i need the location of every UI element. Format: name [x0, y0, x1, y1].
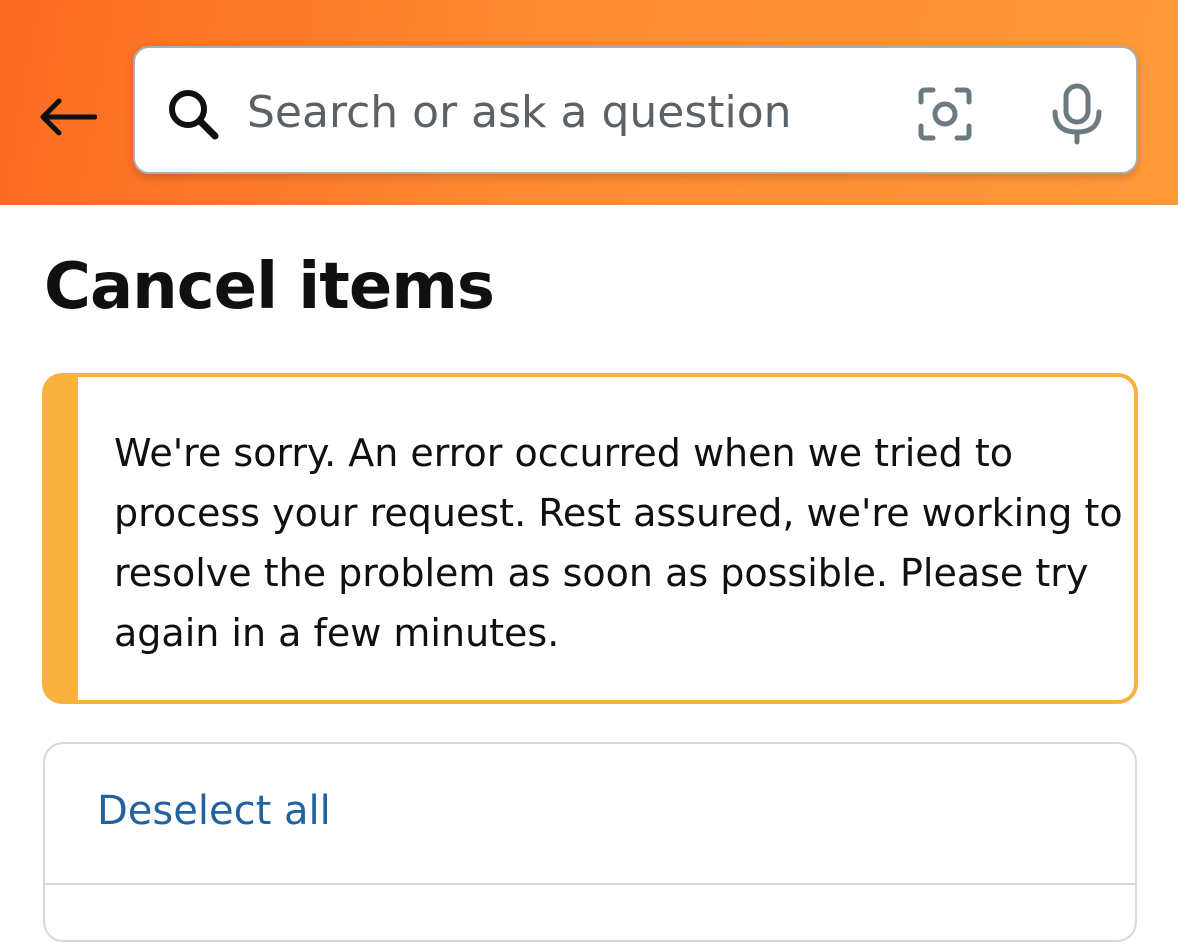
arrow-left-icon	[40, 98, 97, 136]
search-icon	[169, 90, 219, 140]
card-divider	[45, 883, 1135, 885]
deselect-all-link[interactable]: Deselect all	[97, 788, 331, 834]
error-message: We're sorry. An error occurred when we t…	[114, 431, 1123, 655]
search-bar[interactable]	[133, 46, 1138, 174]
back-button[interactable]	[30, 82, 104, 152]
app-header	[0, 0, 1178, 205]
search-input[interactable]	[247, 72, 887, 152]
microphone-icon[interactable]	[1047, 82, 1107, 146]
items-card: Deselect all	[43, 742, 1137, 942]
error-alert: We're sorry. An error occurred when we t…	[42, 373, 1138, 704]
page-title: Cancel items	[44, 250, 495, 324]
camera-lens-icon[interactable]	[915, 84, 975, 144]
